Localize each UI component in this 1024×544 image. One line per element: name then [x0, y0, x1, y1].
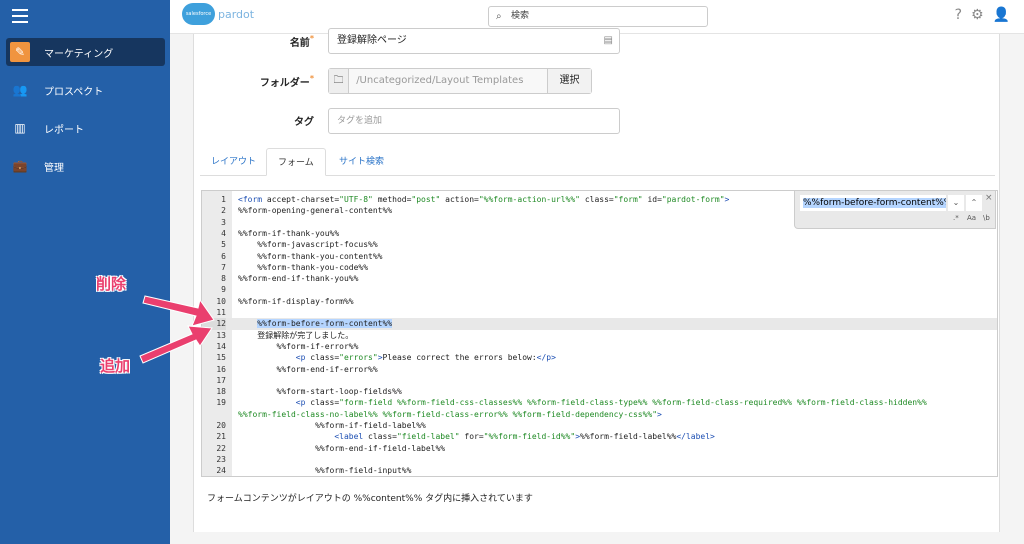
annotation-add: 追加: [100, 357, 131, 375]
arrow-add: [139, 325, 213, 364]
annotation-delete: 削除: [96, 275, 127, 293]
annotation-arrows: [139, 295, 215, 364]
arrow-delete: [142, 295, 215, 327]
